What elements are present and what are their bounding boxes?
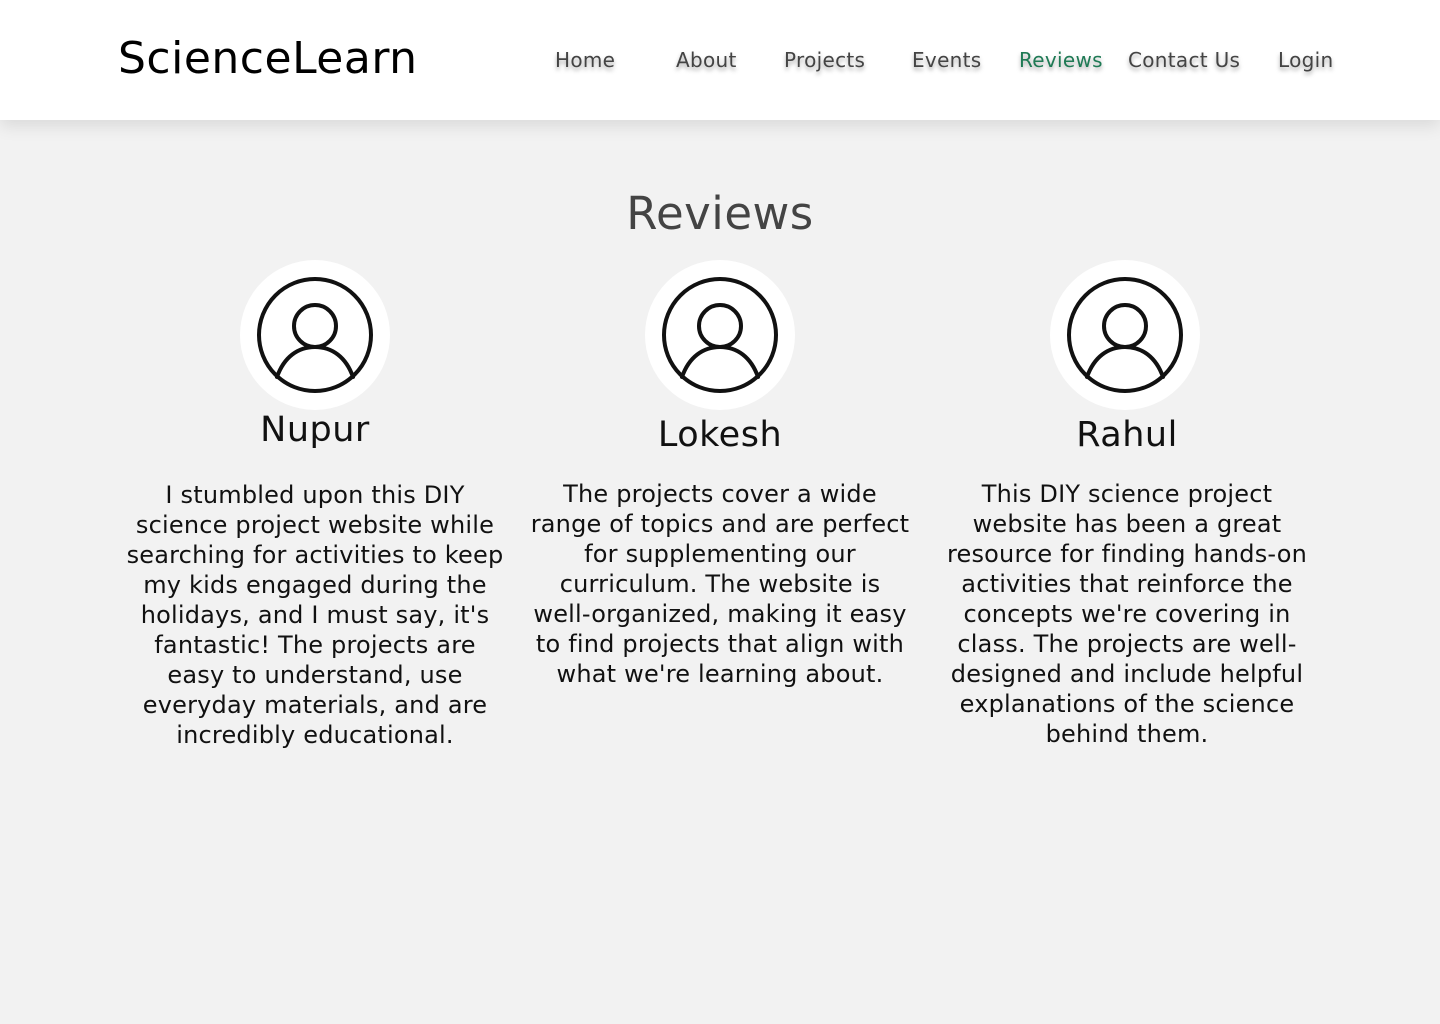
review-text: The projects cover a wide range of topic… (530, 480, 910, 688)
review-text: This DIY science project website has bee… (946, 480, 1308, 748)
nav-events[interactable]: Events (912, 44, 982, 76)
user-avatar-icon (257, 277, 373, 393)
nav-projects[interactable]: Projects (784, 44, 865, 76)
nav-reviews[interactable]: Reviews (1019, 44, 1103, 76)
site-header: ScienceLearn Home About Projects Events … (0, 0, 1440, 120)
nav-contact-us[interactable]: Contact Us (1128, 44, 1240, 76)
avatar (240, 260, 390, 410)
reviewer-name: Lokesh (657, 415, 783, 455)
reviewer-name: Nupur (260, 410, 370, 450)
user-avatar-icon (662, 277, 778, 393)
reviewer-name: Rahul (1076, 415, 1178, 455)
avatar (1050, 260, 1200, 410)
page-title: Reviews (626, 187, 814, 241)
user-avatar-icon (1067, 277, 1183, 393)
review-text: I stumbled upon this DIY science project… (126, 481, 504, 749)
avatar (645, 260, 795, 410)
nav-home[interactable]: Home (555, 44, 615, 76)
nav-about[interactable]: About (676, 44, 737, 76)
nav-login[interactable]: Login (1278, 44, 1333, 76)
main-nav: Home About Projects Events Reviews Conta… (0, 44, 1440, 78)
